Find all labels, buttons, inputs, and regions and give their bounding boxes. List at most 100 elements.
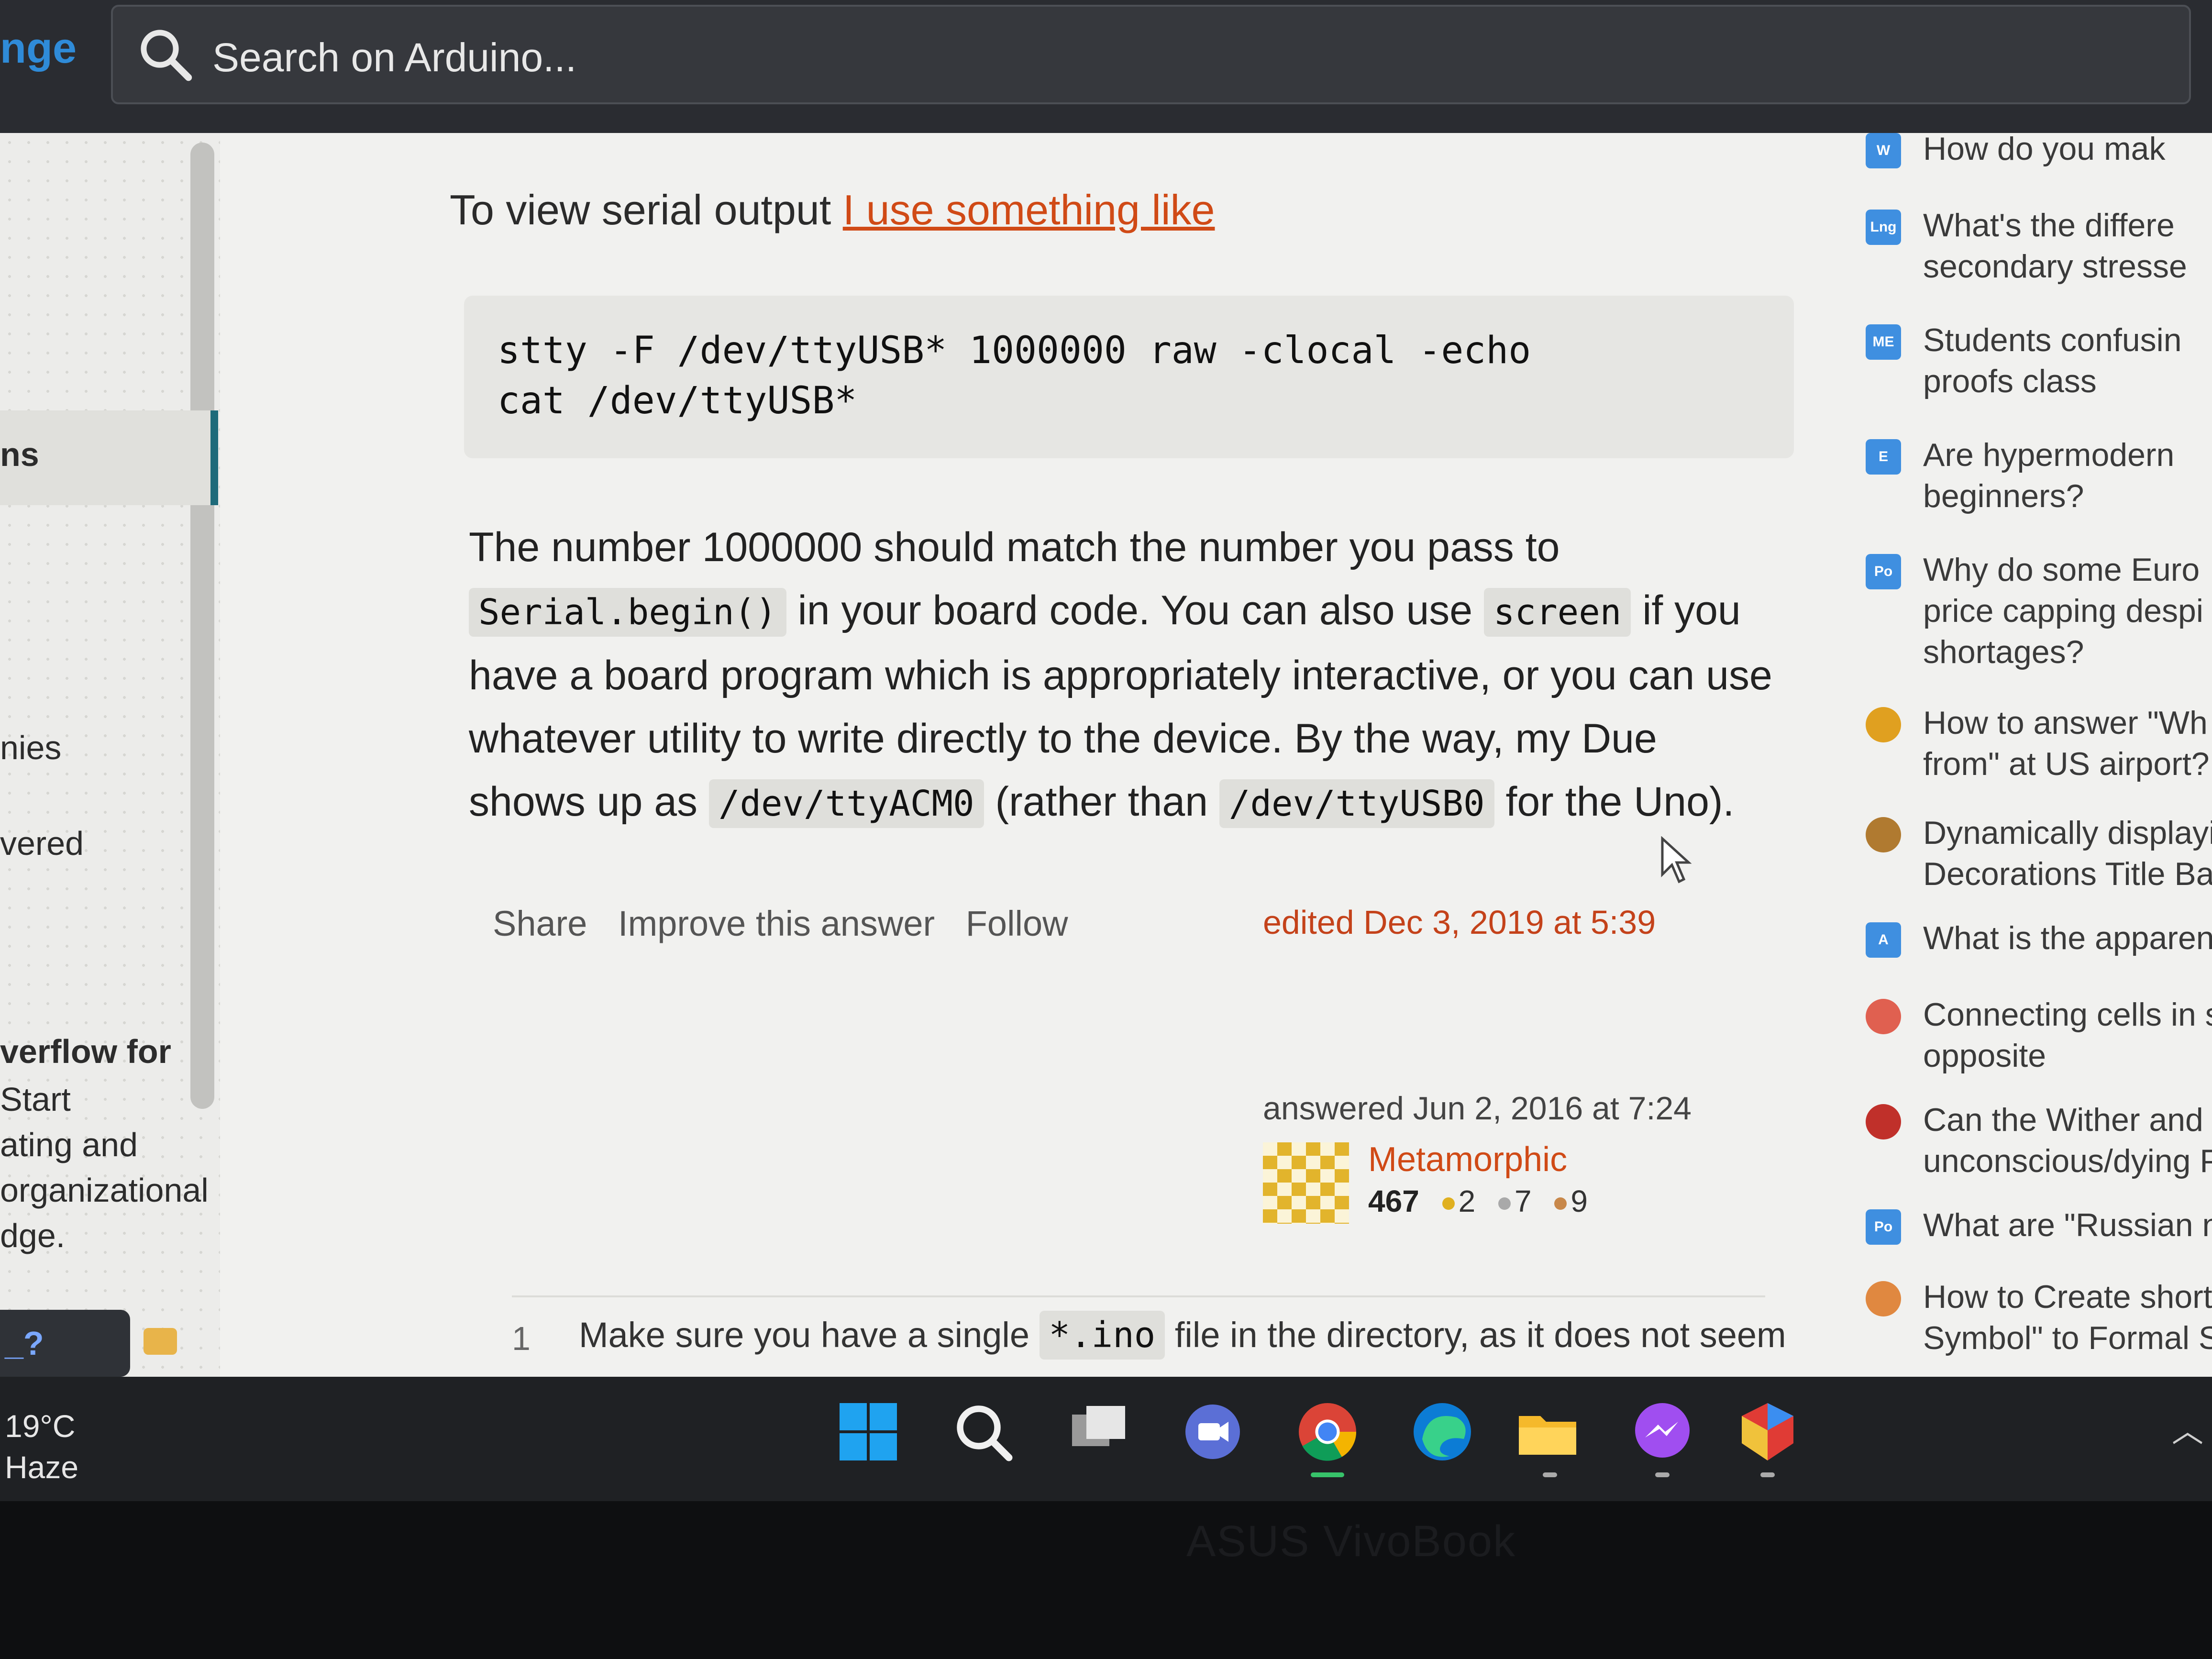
- inline-code: Serial.begin(): [469, 588, 786, 637]
- page-content: ns nies vered verflow for Start ating an…: [0, 131, 2212, 1377]
- site-icon: [1866, 1281, 1901, 1316]
- para-text: shows up as: [469, 779, 709, 825]
- site-icon: W: [1866, 133, 1901, 168]
- chevron-up-icon[interactable]: ︿: [2172, 1405, 2203, 1451]
- device-brand-label: ASUS VivoBook: [1186, 1517, 1516, 1566]
- para-line: whatever utility to write directly to th…: [469, 716, 1657, 762]
- hot-question-title[interactable]: Students confusin proofs class: [1923, 320, 2182, 402]
- code-block: stty -F /dev/ttyUSB* 1000000 raw -clocal…: [464, 296, 1794, 458]
- comments-divider: [512, 1295, 1765, 1297]
- messenger-icon[interactable]: [1626, 1396, 1698, 1468]
- promo-line: dge.: [0, 1217, 66, 1254]
- running-app-indicator: [1655, 1472, 1670, 1477]
- comment-score: 1: [512, 1320, 531, 1357]
- code-line: stty -F /dev/ttyUSB* 1000000 raw -clocal…: [498, 329, 1531, 372]
- hot-question-title[interactable]: How do you mak: [1923, 128, 2165, 169]
- inline-code: *.ino: [1039, 1311, 1165, 1360]
- chat-bubble-icon[interactable]: [144, 1328, 177, 1355]
- site-icon: ME: [1866, 324, 1901, 360]
- weather-widget[interactable]: 19°C Haze: [5, 1405, 78, 1488]
- reputation-score: 467: [1368, 1184, 1419, 1218]
- hot-question-title[interactable]: What's the differe secondary stresse: [1923, 205, 2187, 287]
- hot-question-title[interactable]: Are hypermodern beginners?: [1923, 434, 2174, 517]
- inline-code: /dev/ttyACM0: [708, 779, 984, 828]
- weather-temperature: 19°C: [5, 1408, 76, 1444]
- site-icon: A: [1866, 922, 1901, 958]
- site-icon: Lng: [1866, 210, 1901, 245]
- answered-timestamp: answered Jun 2, 2016 at 7:24: [1263, 1090, 1692, 1127]
- comment-text: Make sure you have a single *.ino file i…: [579, 1311, 1786, 1360]
- para-line: The number 1000000 should match the numb…: [469, 524, 1560, 570]
- site-icon: [1866, 817, 1901, 852]
- hot-question-title[interactable]: How to answer "Wh from" at US airport?: [1923, 702, 2210, 785]
- weather-condition: Haze: [5, 1449, 79, 1485]
- bronze-badge-icon: [1554, 1197, 1567, 1210]
- site-icon: Po: [1866, 1209, 1901, 1245]
- para-text: if you: [1631, 587, 1741, 633]
- para-text: (rather than: [984, 779, 1219, 825]
- post-actions: Share Improve this answer Follow: [493, 903, 1089, 944]
- para-line: shows up as /dev/ttyACM0 (rather than /d…: [469, 770, 1808, 835]
- chrome-icon[interactable]: [1292, 1396, 1363, 1468]
- security-app-icon[interactable]: [1732, 1396, 1803, 1468]
- user-reputation: 467 2 7 9: [1368, 1183, 1588, 1219]
- site-icon: [1866, 707, 1901, 742]
- hot-question-title[interactable]: Can the Wither and Bl unconscious/dying P…: [1923, 1099, 2212, 1182]
- para-line: Serial.begin() in your board code. You c…: [469, 579, 1808, 644]
- promo-line: organizational: [0, 1172, 209, 1209]
- answer-paragraph: The number 1000000 should match the numb…: [469, 516, 1808, 835]
- intro-link[interactable]: I use something like: [843, 186, 1215, 233]
- gold-badge-icon: [1442, 1197, 1455, 1210]
- left-scrollbar[interactable]: [190, 143, 214, 1109]
- para-text: for the Uno).: [1494, 779, 1735, 825]
- hot-question-title[interactable]: What are "Russian natio: [1923, 1205, 2212, 1246]
- intro-text: To view serial output: [450, 186, 843, 233]
- hot-question-title[interactable]: How to Create short-cuSymbol" to Formal …: [1923, 1276, 2212, 1359]
- site-logo-fragment[interactable]: nge: [0, 24, 77, 73]
- running-app-indicator: [1760, 1472, 1775, 1477]
- left-sidebar: ns nies vered verflow for Start ating an…: [0, 133, 220, 1377]
- edited-timestamp[interactable]: edited Dec 3, 2019 at 5:39: [1263, 903, 1656, 941]
- file-explorer-icon[interactable]: [1512, 1396, 1583, 1468]
- answer-intro: To view serial output I use something li…: [450, 186, 1215, 234]
- hot-question-title[interactable]: Connecting cells in se opposite: [1923, 994, 2212, 1076]
- comment-text-part: file in the directory, as it does not se…: [1165, 1315, 1786, 1355]
- hot-question-title[interactable]: Dynamically displayi Decorations Title Ba…: [1923, 812, 2212, 895]
- hot-question-title[interactable]: What is the apparent: [1923, 918, 2212, 959]
- task-view-icon[interactable]: [1062, 1396, 1134, 1468]
- sidebar-item-label[interactable]: vered: [0, 824, 84, 863]
- active-app-indicator: [1311, 1472, 1344, 1477]
- hot-question-title[interactable]: Why do some Euro price capping despi short…: [1923, 549, 2203, 673]
- user-name-link[interactable]: Metamorphic: [1368, 1140, 1567, 1179]
- chat-button[interactable]: _?: [0, 1310, 130, 1377]
- promo-line: Start: [0, 1081, 71, 1118]
- edge-browser-icon[interactable]: [1406, 1396, 1478, 1468]
- bronze-badge: 9: [1554, 1184, 1588, 1218]
- sidebar-item-label[interactable]: nies: [0, 729, 61, 767]
- site-icon: Po: [1866, 554, 1901, 589]
- search-icon: [141, 30, 192, 81]
- site-top-bar: nge Search on Arduino...: [0, 0, 2212, 133]
- windows-start-icon[interactable]: [832, 1396, 904, 1468]
- inline-code: screen: [1484, 588, 1631, 637]
- silver-badge-count: 7: [1514, 1184, 1532, 1218]
- laptop-bezel: [0, 1501, 2212, 1659]
- search-placeholder: Search on Arduino...: [212, 35, 577, 80]
- teams-chat-icon[interactable]: [1177, 1396, 1249, 1468]
- silver-badge: 7: [1498, 1184, 1532, 1218]
- comment-text-part: Make sure you have a single: [579, 1315, 1040, 1355]
- follow-link[interactable]: Follow: [966, 904, 1068, 943]
- share-link[interactable]: Share: [493, 904, 587, 943]
- gold-badge-count: 2: [1458, 1184, 1476, 1218]
- bronze-badge-count: 9: [1571, 1184, 1588, 1218]
- improve-answer-link[interactable]: Improve this answer: [618, 904, 935, 943]
- taskbar-search-icon[interactable]: [947, 1396, 1019, 1468]
- search-input[interactable]: Search on Arduino...: [111, 5, 2191, 104]
- windows-taskbar: 19°C Haze ︿: [0, 1377, 2212, 1501]
- sidebar-item-label[interactable]: ns: [0, 435, 39, 474]
- answer-body: To view serial output I use something li…: [450, 133, 1818, 1377]
- promo-title: verflow for: [0, 1033, 171, 1070]
- site-icon: [1866, 1104, 1901, 1139]
- silver-badge-icon: [1498, 1197, 1511, 1210]
- avatar[interactable]: [1263, 1142, 1349, 1224]
